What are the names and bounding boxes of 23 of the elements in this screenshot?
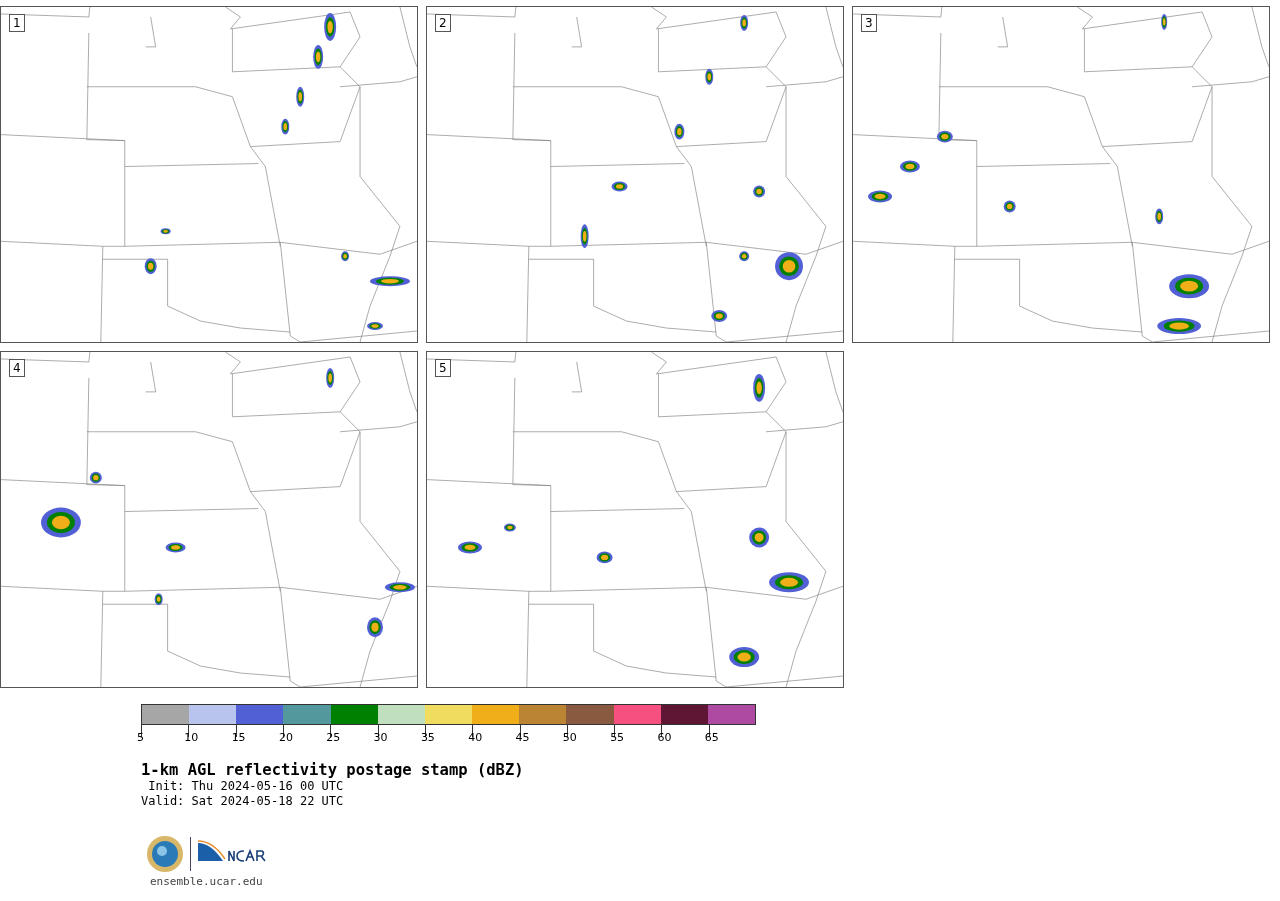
colorbar-tick-label: 25 [326,731,341,744]
panel-number: 5 [435,359,451,377]
colorbar-tick-label: 35 [420,731,435,744]
colorbar-tick-label: 60 [657,731,672,744]
colorbar-tick-label: 50 [562,731,577,744]
colorbar-tick-label: 10 [184,731,199,744]
panel-number: 4 [9,359,25,377]
colorbar-tick-label: 20 [278,731,293,744]
colorbar-tick-label: 65 [704,731,719,744]
colorbar-tick-label: 15 [231,731,246,744]
colorbar-tick-label: 40 [468,731,483,744]
panel-number: 1 [9,14,25,32]
panel-number: 3 [861,14,877,32]
chart-title: 1-km AGL reflectivity postage stamp (dBZ) [141,761,525,779]
colorbar-tick-label: 30 [373,731,388,744]
seal-logo-icon [146,835,184,873]
colorbar-tick-label: 55 [610,731,625,744]
panel-number: 2 [435,14,451,32]
valid-time: Valid: Sat 2024-05-18 22 UTC [141,794,345,809]
init-time: Init: Thu 2024-05-16 00 UTC [147,779,345,794]
colorbar-tick-label: 45 [515,731,530,744]
website-url: ensemble.ucar.edu [150,875,264,888]
colorbar-tick-label: 5 [137,731,144,744]
